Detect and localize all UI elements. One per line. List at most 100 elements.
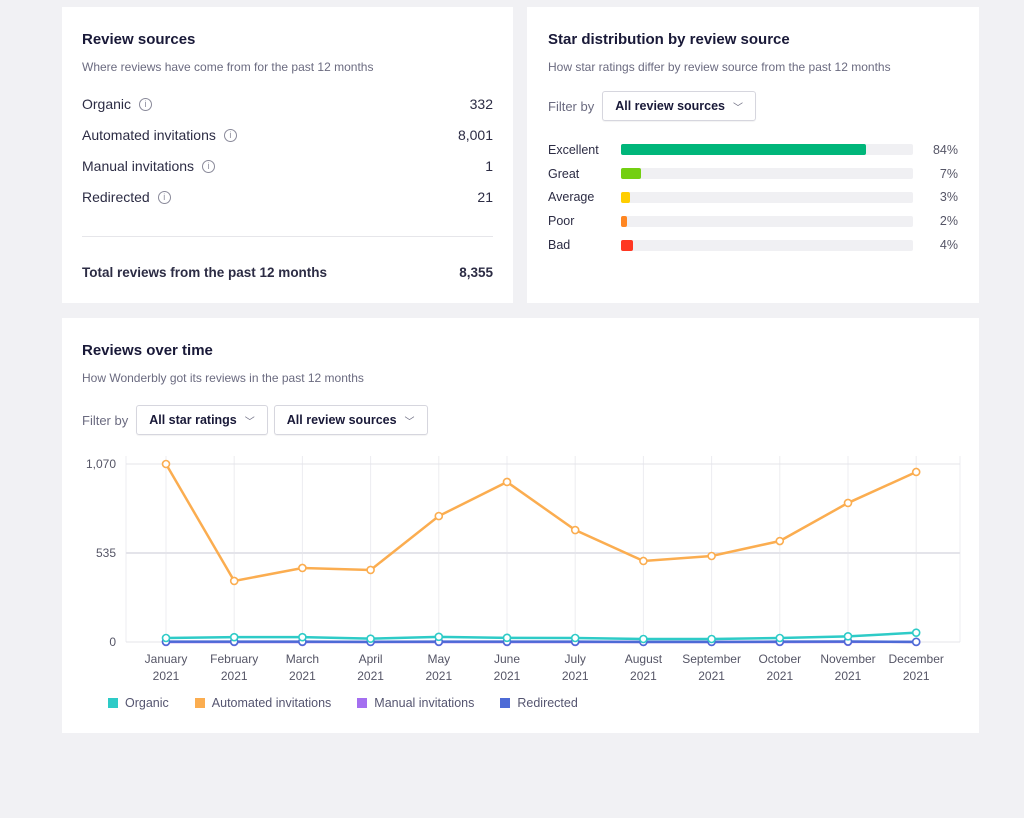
dropdown-value: All review sources <box>615 99 725 113</box>
data-point <box>776 538 783 545</box>
filter-label: Filter by <box>82 413 128 428</box>
bar-fill <box>621 192 630 203</box>
star-bar-row: Average3% <box>548 186 959 210</box>
data-point <box>913 468 920 475</box>
x-tick-label: June <box>494 652 520 666</box>
x-tick-label: April <box>359 652 383 666</box>
legend-item[interactable]: Redirected <box>500 696 577 710</box>
data-point <box>231 577 238 584</box>
x-tick-label: 2021 <box>562 669 589 683</box>
reviews-line-chart: January 2021 February 2021 March 2021 April 202… <box>62 448 979 818</box>
x-tick-label: March <box>286 652 319 666</box>
x-tick-label: September <box>682 652 741 666</box>
star-percent: 84% <box>913 143 958 157</box>
x-tick-label: 2021 <box>289 669 316 683</box>
reviews-over-time-card: Reviews over time How Wonderbly got its … <box>62 318 979 733</box>
y-tick-label: 1,070 <box>86 457 116 471</box>
review-sources-dropdown[interactable]: All review sources ﹀ <box>274 405 428 435</box>
source-label: Manual invitations <box>82 158 194 174</box>
star-ratings-dropdown[interactable]: All star ratings﹀ <box>136 405 268 435</box>
x-tick-label: July <box>565 652 586 666</box>
x-tick-label: 2021 <box>221 669 248 683</box>
data-point <box>572 635 579 642</box>
card-title: Reviews over time <box>82 342 959 359</box>
info-icon[interactable]: i <box>158 191 171 204</box>
source-value: 1 <box>485 158 493 174</box>
legend-swatch <box>357 698 367 708</box>
bar-track <box>621 144 913 155</box>
legend-item[interactable]: Organic <box>108 696 169 710</box>
bar-fill <box>621 216 627 227</box>
star-percent: 3% <box>913 190 958 204</box>
data-point <box>640 557 647 564</box>
filter-label: Filter by <box>548 99 594 114</box>
data-point <box>435 633 442 640</box>
data-point <box>776 635 783 642</box>
x-tick-label: February <box>210 652 258 666</box>
chevron-down-icon: ﹀ <box>245 413 255 428</box>
data-point <box>299 564 306 571</box>
bar-fill <box>621 240 633 251</box>
star-label: Bad <box>548 238 621 252</box>
source-row: Automated invitationsi8,001 <box>82 119 493 150</box>
card-title: Star distribution by review source <box>548 31 959 48</box>
bar-track <box>621 168 913 179</box>
data-point <box>708 552 715 559</box>
data-point <box>367 566 374 573</box>
legend-swatch <box>500 698 510 708</box>
data-point <box>435 513 442 520</box>
chevron-down-icon: ﹀ <box>733 99 743 114</box>
legend-label: Manual invitations <box>374 696 474 710</box>
info-icon[interactable]: i <box>139 98 152 111</box>
star-label: Great <box>548 167 621 181</box>
data-point <box>913 629 920 636</box>
x-tick-label: November <box>820 652 875 666</box>
x-tick-label: May <box>427 652 450 666</box>
x-tick-label: August <box>625 652 663 666</box>
data-point <box>504 634 511 641</box>
total-label: Total reviews from the past 12 months <box>82 265 327 280</box>
chevron-down-icon: ﹀ <box>405 413 415 428</box>
source-label: Redirected <box>82 189 150 205</box>
data-point <box>845 499 852 506</box>
total-value: 8,355 <box>459 265 493 280</box>
source-row: Manual invitations i 1 <box>82 150 493 181</box>
star-bar-row: Poor2% <box>548 209 959 233</box>
legend-swatch <box>108 698 118 708</box>
info-icon[interactable]: i <box>202 160 215 173</box>
source-row: Redirected i 21 <box>82 181 493 212</box>
legend-label: Automated invitations <box>212 696 332 710</box>
y-tick-label: 535 <box>96 546 116 560</box>
x-tick-label: December <box>889 652 944 666</box>
source-value: 8,001 <box>458 127 493 143</box>
source-row: Organici332 <box>82 88 493 119</box>
data-point <box>708 636 715 643</box>
star-label: Poor <box>548 214 621 228</box>
review-source-dropdown[interactable]: All review sources ﹀ <box>602 91 756 121</box>
series-line <box>166 464 916 581</box>
info-icon[interactable]: i <box>224 129 237 142</box>
star-label: Excellent <box>548 143 621 157</box>
card-subtitle: Where reviews have come from for the pas… <box>82 60 493 74</box>
data-point <box>640 636 647 643</box>
bar-fill <box>621 144 866 155</box>
legend-swatch <box>195 698 205 708</box>
series-line <box>166 633 916 639</box>
source-value: 21 <box>477 189 493 205</box>
star-percent: 4% <box>913 238 958 252</box>
data-point <box>299 634 306 641</box>
total-row: Total reviews from the past 12 months 8,… <box>82 237 493 307</box>
x-tick-label: 2021 <box>630 669 657 683</box>
x-tick-label: January <box>145 652 188 666</box>
x-tick-label: 2021 <box>357 669 384 683</box>
x-tick-label: 2021 <box>766 669 793 683</box>
star-percent: 7% <box>913 167 958 181</box>
review-sources-card: Review sources Where reviews have come f… <box>62 7 513 303</box>
chart-legend: Organic Automated invitations Manual invit… <box>108 696 604 710</box>
x-tick-label: 2021 <box>903 669 930 683</box>
dropdown-value: All review sources <box>287 413 397 427</box>
source-value: 332 <box>470 96 493 112</box>
legend-item[interactable]: Manual invitations <box>357 696 474 710</box>
star-bar-row: Great 7% <box>548 162 959 186</box>
legend-item[interactable]: Automated invitations <box>195 696 332 710</box>
